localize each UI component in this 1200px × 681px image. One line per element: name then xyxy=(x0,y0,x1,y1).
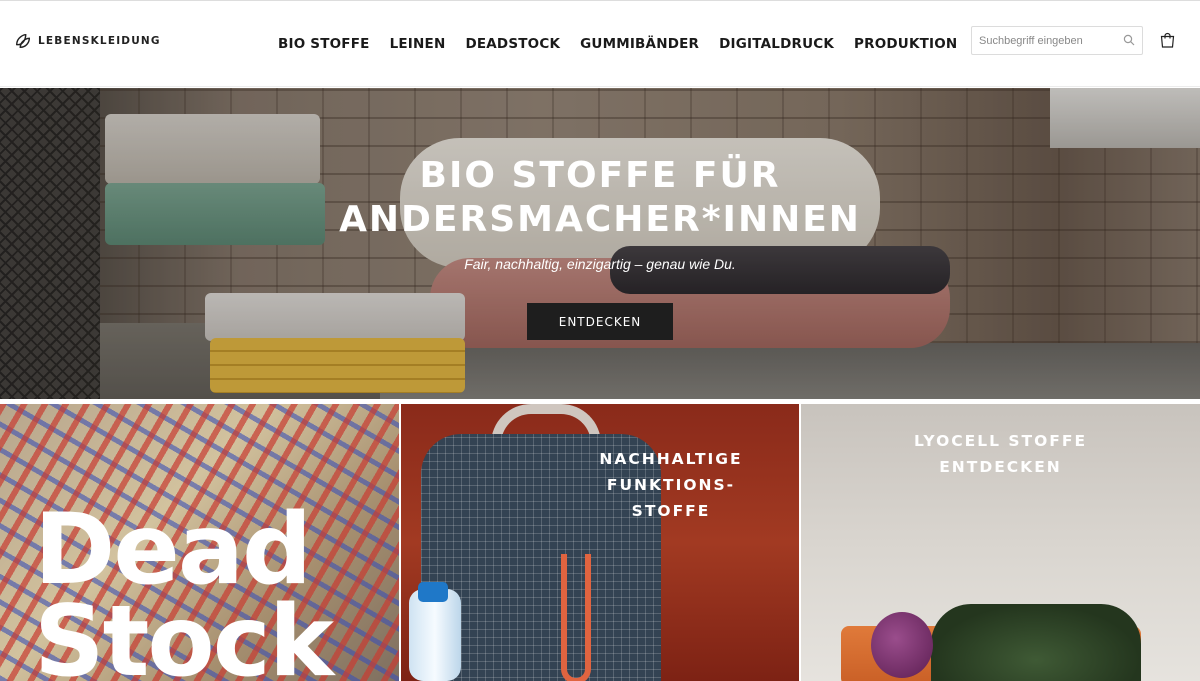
tile-funktionsstoffe-line3: STOFFE xyxy=(631,502,711,520)
tile-lyocell-label: LYOCELL STOFFE ENTDECKEN xyxy=(801,428,1200,480)
hero-cta-button[interactable]: ENTDECKEN xyxy=(527,303,673,340)
hero-banner: BIO STOFFE FÜR ANDERSMACHER*INNEN Fair, … xyxy=(0,88,1200,399)
tile-funktionsstoffe-label: NACHHALTIGE FUNKTIONS- STOFFE xyxy=(581,446,761,524)
tile-funktionsstoffe-line2: FUNKTIONS- xyxy=(606,476,736,494)
tile-deadstock-title: Dead Stock xyxy=(34,501,334,681)
logo[interactable]: LEBENSKLEIDUNG xyxy=(14,32,161,50)
search-box xyxy=(971,26,1143,55)
tile-funktionsstoffe-line1: NACHHALTIGE xyxy=(599,450,743,468)
main-nav: BIO STOFFE LEINEN DEADSTOCK GUMMIBÄNDER … xyxy=(278,36,957,52)
category-tiles: Dead Stock NACHHALTIGE FUNKTIONS- STOFFE… xyxy=(0,404,1200,681)
logo-text: LEBENSKLEIDUNG xyxy=(38,35,161,47)
nav-item-digitaldruck[interactable]: DIGITALDRUCK xyxy=(719,36,834,52)
tile-deadstock[interactable]: Dead Stock xyxy=(0,404,399,681)
tile-lyocell[interactable]: LYOCELL STOFFE ENTDECKEN xyxy=(801,404,1200,681)
tile-lyocell-line2: ENTDECKEN xyxy=(939,458,1062,476)
nav-item-leinen[interactable]: LEINEN xyxy=(390,36,446,52)
backpack-cord-decoration xyxy=(561,554,591,681)
tile-deadstock-line2: Stock xyxy=(34,585,334,681)
search-icon[interactable] xyxy=(1123,34,1135,46)
search-input[interactable] xyxy=(972,27,1117,54)
hero-title-line2: ANDERSMACHER*INNEN xyxy=(339,199,861,240)
tile-funktionsstoffe[interactable]: NACHHALTIGE FUNKTIONS- STOFFE xyxy=(401,404,799,681)
hero-overlay xyxy=(0,88,1200,399)
page: LEBENSKLEIDUNG BIO STOFFE LEINEN DEADSTO… xyxy=(0,0,1200,681)
bottle-image xyxy=(409,589,461,681)
shopping-bag-icon[interactable] xyxy=(1160,32,1175,48)
site-header: LEBENSKLEIDUNG BIO STOFFE LEINEN DEADSTO… xyxy=(0,0,1200,87)
nav-item-deadstock[interactable]: DEADSTOCK xyxy=(465,36,560,52)
leaf-logo-icon xyxy=(15,33,31,49)
leaves-image xyxy=(931,604,1141,681)
turnip-image xyxy=(871,612,933,678)
tile-lyocell-line1: LYOCELL STOFFE xyxy=(913,432,1088,450)
bottle-cap-decoration xyxy=(418,582,448,602)
nav-item-bio-stoffe[interactable]: BIO STOFFE xyxy=(278,36,370,52)
hero-title-line1: BIO STOFFE FÜR xyxy=(419,155,781,196)
nav-item-gummibaender[interactable]: GUMMIBÄNDER xyxy=(580,36,699,52)
hero-subtitle: Fair, nachhaltig, einzigartig – genau wi… xyxy=(464,256,736,272)
nav-item-produktion[interactable]: PRODUKTION xyxy=(854,36,957,52)
hero-title: BIO STOFFE FÜR ANDERSMACHER*INNEN xyxy=(0,154,1200,242)
